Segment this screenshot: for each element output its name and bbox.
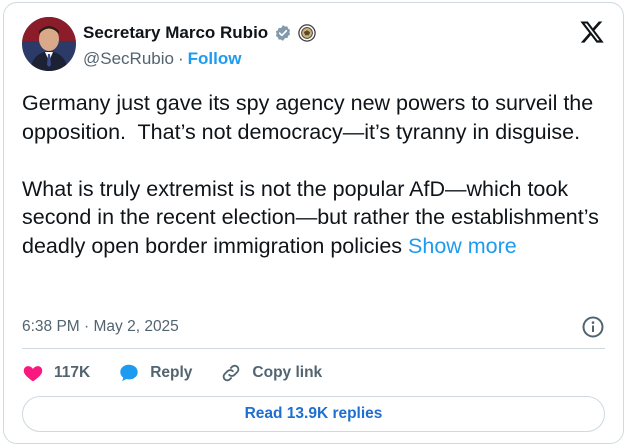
author-name-row: Secretary Marco Rubio [83, 22, 316, 44]
tweet-card: Secretary Marco Rubio @SecRubio · Follow… [3, 2, 624, 444]
info-icon[interactable] [581, 315, 605, 339]
separator-dot: · [177, 49, 184, 68]
link-icon [220, 362, 242, 384]
divider [22, 348, 605, 349]
x-logo-icon[interactable] [579, 19, 605, 45]
government-seal-icon [298, 24, 316, 42]
reply-bubble-icon [118, 362, 140, 384]
heart-icon [22, 362, 44, 384]
avatar[interactable] [22, 17, 76, 71]
tweet-timestamp[interactable]: 6:38 PM · May 2, 2025 [22, 318, 179, 336]
author-handle[interactable]: @SecRubio [83, 49, 174, 69]
reply-button[interactable]: Reply [118, 362, 192, 384]
tweet-body: Germany just gave its spy agency new pow… [22, 91, 599, 258]
tweet-text: Germany just gave its spy agency new pow… [22, 89, 612, 260]
read-replies-button[interactable]: Read 13.9K replies [22, 396, 605, 432]
handle-row: @SecRubio · Follow [83, 49, 241, 69]
action-bar: 117K Reply Copy link [22, 360, 350, 386]
verified-badge-icon [274, 24, 292, 42]
author-name[interactable]: Secretary Marco Rubio [83, 23, 268, 43]
reply-label: Reply [150, 364, 193, 381]
copy-link-button[interactable]: Copy link [220, 362, 322, 384]
like-count: 117K [54, 364, 91, 381]
copy-link-label: Copy link [252, 364, 323, 381]
follow-button[interactable]: Follow [188, 49, 242, 69]
like-button[interactable]: 117K [22, 362, 90, 384]
show-more-link[interactable]: Show more [408, 234, 517, 258]
